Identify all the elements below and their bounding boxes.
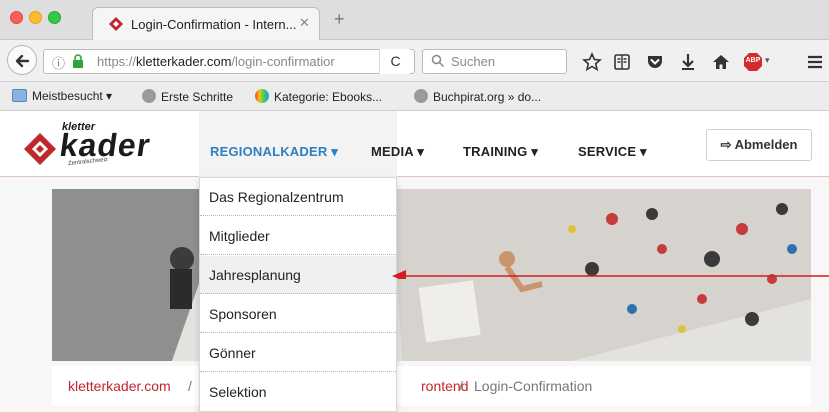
close-window-button[interactable] [10, 11, 23, 24]
ebook-icon [255, 89, 269, 103]
logout-button[interactable]: ⇨ Abmelden [706, 129, 812, 161]
site-header: kletter kader Zentralschweiz REGIONALKAD… [0, 111, 829, 177]
firefox-icon [142, 89, 156, 103]
url-bar[interactable]: ⓘ https://kletterkader.com/login-confirm… [43, 49, 415, 74]
breadcrumb-home-link[interactable]: kletterkader.com [68, 378, 171, 394]
nav-service[interactable]: SERVICE ▾ [578, 144, 647, 160]
home-icon[interactable] [711, 52, 731, 72]
browser-window: Login-Confirmation - Intern... ✕ + ⓘ htt… [0, 0, 829, 412]
breadcrumb-separator: / [188, 378, 192, 394]
menu-item-mitglieder[interactable]: Mitglieder [200, 217, 396, 255]
annotation-arrow-icon [392, 270, 829, 279]
bookmark-label: Buchpirat.org » do... [433, 90, 542, 104]
navigation-toolbar: ⓘ https://kletterkader.com/login-confirm… [0, 40, 829, 82]
nav-regionalkader[interactable]: REGIONALKADER ▾ [210, 144, 338, 160]
search-icon [431, 54, 445, 68]
chevron-down-icon: ▾ [765, 55, 770, 65]
search-input[interactable]: Suchen [422, 49, 567, 74]
bookmark-meistbesucht[interactable]: Meistbesucht ▾ [12, 89, 112, 103]
adblock-plus-button[interactable]: ABP ▾ [743, 52, 777, 72]
new-tab-button[interactable]: + [334, 9, 345, 30]
url-domain: kletterkader.com [136, 54, 232, 69]
download-icon[interactable] [678, 52, 698, 72]
bookmark-erste-schritte[interactable]: Erste Schritte [142, 89, 233, 104]
url-text: https://kletterkader.com/login-confirmat… [97, 54, 377, 69]
url-prefix: https:// [97, 54, 137, 69]
site-favicon-icon [109, 17, 123, 31]
info-icon[interactable]: ⓘ [52, 53, 65, 72]
breadcrumb: kletterkader.com / rontend / Login-Confi… [52, 366, 811, 406]
tab-login-confirmation[interactable]: Login-Confirmation - Intern... ✕ [92, 7, 320, 40]
menu-item-sponsoren[interactable]: Sponsoren [200, 295, 396, 333]
reload-button[interactable]: C [379, 49, 411, 74]
minimize-window-button[interactable] [29, 11, 42, 24]
menu-hamburger-icon[interactable] [805, 52, 825, 72]
site-logo[interactable]: kletter kader Zentralschweiz [22, 117, 192, 173]
menu-item-regionalzentrum[interactable]: Das Regionalzentrum [200, 178, 396, 216]
url-path: /login-confirmatior [231, 54, 335, 69]
breadcrumb-separator: / [459, 378, 463, 394]
lock-icon [73, 54, 83, 68]
bookmark-label: Meistbesucht ▾ [32, 89, 113, 103]
bookmarks-toolbar: Meistbesucht ▾ Erste Schritte Kategorie:… [0, 82, 829, 111]
back-button[interactable] [7, 45, 37, 75]
tab-bar: Login-Confirmation - Intern... ✕ + [0, 0, 829, 40]
bookmark-label: Kategorie: Ebooks... [274, 90, 383, 104]
menu-item-selektion[interactable]: Selektion [200, 373, 396, 411]
tab-close-icon[interactable]: ✕ [299, 15, 310, 31]
nav-training[interactable]: TRAINING ▾ [463, 144, 538, 160]
reader-view-icon[interactable] [612, 52, 632, 72]
menu-item-goenner[interactable]: Gönner [200, 334, 396, 372]
breadcrumb-current: Login-Confirmation [474, 378, 593, 394]
pocket-icon[interactable] [645, 52, 665, 72]
bookmark-kategorie-ebooks[interactable]: Kategorie: Ebooks... [255, 89, 382, 104]
menu-item-jahresplanung[interactable]: Jahresplanung [200, 256, 396, 294]
nav-media[interactable]: MEDIA ▾ [371, 144, 424, 160]
globe-icon [414, 89, 428, 103]
tab-title: Login-Confirmation - Intern... [131, 17, 297, 32]
search-placeholder: Suchen [451, 54, 496, 69]
bookmark-label: Erste Schritte [161, 90, 234, 104]
bookmark-buchpirat[interactable]: Buchpirat.org » do... [414, 89, 541, 104]
regionalkader-dropdown-menu: Das Regionalzentrum Mitglieder Jahrespla… [199, 177, 397, 412]
adblock-badge-label: ABP [745, 57, 761, 64]
logo-diamond-icon [24, 133, 56, 165]
folder-icon [12, 89, 27, 102]
back-arrow-icon [15, 54, 30, 68]
bookmark-star-icon[interactable] [582, 52, 602, 72]
zoom-window-button[interactable] [48, 11, 61, 24]
